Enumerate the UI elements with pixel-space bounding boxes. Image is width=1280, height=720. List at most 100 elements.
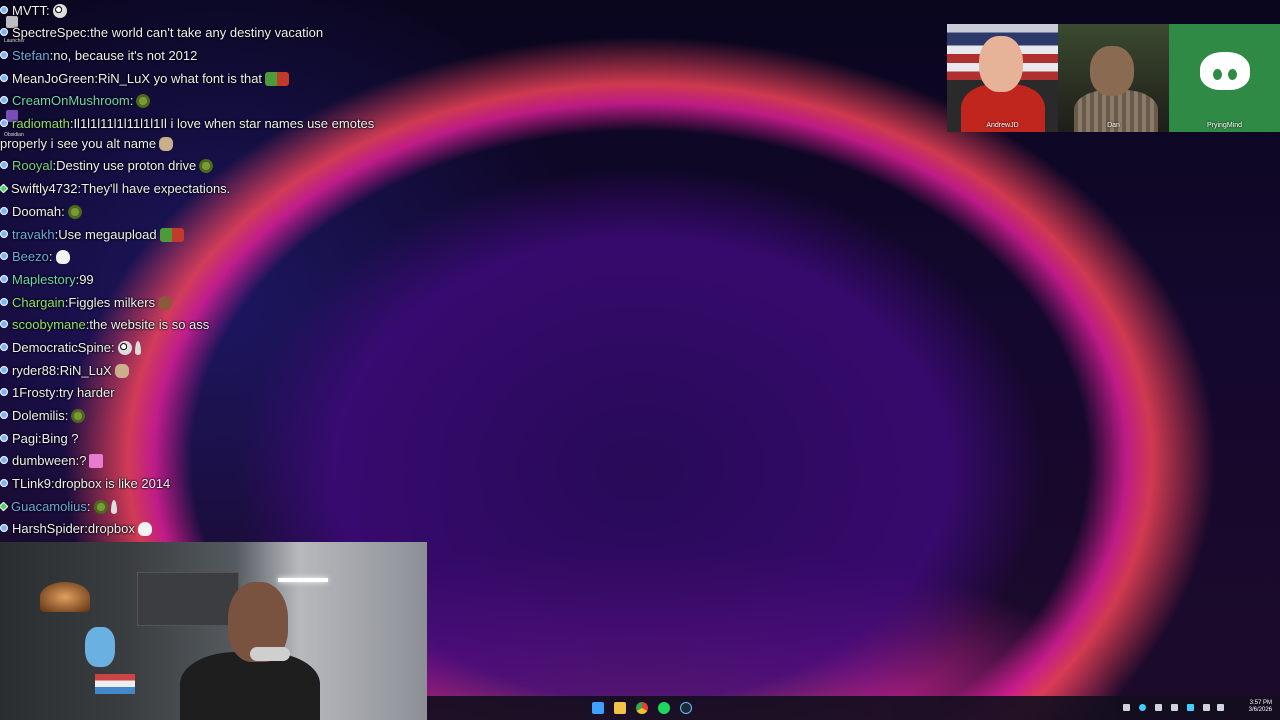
chat-separator: :	[61, 204, 65, 219]
chat-username[interactable]: Rooyal	[12, 158, 52, 173]
red-emote-icon	[159, 228, 184, 242]
wifi-icon[interactable]	[1203, 704, 1210, 711]
chat-username[interactable]: Chargain	[12, 295, 65, 310]
chat-message: Pagi:Bing ?	[0, 431, 79, 447]
volume-icon[interactable]	[1217, 704, 1224, 711]
chat-text: 99	[79, 272, 94, 287]
chat-badge-icon	[0, 434, 8, 442]
chat-separator: :	[48, 249, 53, 264]
chat-badge-icon	[0, 366, 8, 374]
chat-username[interactable]: Beezo	[12, 249, 49, 264]
ghost-emote-icon	[55, 250, 70, 264]
red-emote-icon	[265, 72, 290, 86]
tray-icon[interactable]	[1187, 704, 1194, 711]
chat-username[interactable]: radiomath	[12, 116, 70, 131]
tray-icon[interactable]	[1123, 704, 1130, 711]
participant-video-dan: Dan	[1058, 24, 1169, 132]
tray-icon[interactable]	[1155, 704, 1162, 711]
chat-username[interactable]: Maplestory	[12, 272, 76, 287]
chat-username[interactable]: MeanJoGreen	[12, 71, 94, 86]
chat-separator: :	[45, 3, 50, 18]
chat-message-continuation: properly i see you alt name	[0, 136, 174, 152]
chat-username[interactable]: Pagi	[12, 431, 38, 446]
chat-badge-icon	[0, 411, 8, 419]
windows-start-icon[interactable]	[592, 702, 604, 714]
chat-text: RiN_LuX yo what font is that	[98, 71, 263, 86]
chat-username[interactable]: MVTT	[12, 3, 46, 18]
chat-text: They'll have expectations.	[81, 181, 231, 196]
discord-logo-icon	[1200, 52, 1250, 90]
chat-badge-icon	[0, 275, 8, 283]
chat-username[interactable]: Stefan	[12, 48, 50, 63]
chat-message: Maplestory:99	[0, 272, 94, 288]
chat-message: scoobymane:the website is so ass	[0, 317, 209, 333]
chat-username[interactable]: scoobymane	[12, 317, 86, 332]
chat-message: ryder88:RiN_LuX	[0, 363, 129, 379]
participant-video-andrewjd: AndrewJD	[947, 24, 1058, 132]
system-clock[interactable]: 3:57 PM 3/6/2026	[1249, 700, 1272, 714]
chat-text: dropbox is like 2014	[54, 476, 171, 491]
books	[95, 674, 135, 694]
chat-message: 1Frosty:try harder	[0, 385, 115, 401]
chat-message: Guacamolius:	[0, 499, 117, 515]
steam-icon[interactable]	[680, 702, 692, 714]
chat-badge-icon	[0, 252, 8, 260]
tray-icon[interactable]	[1139, 704, 1146, 711]
chat-text: the world can't take any destiny vacatio…	[90, 25, 324, 40]
chat-username[interactable]: ryder88	[12, 363, 56, 378]
chat-message: Rooyal:Destiny use proton drive	[0, 158, 214, 174]
chat-username[interactable]: CreamOnMushroom	[12, 93, 130, 108]
chat-username[interactable]: Doomah	[12, 204, 61, 219]
sub-badge-icon	[0, 183, 9, 194]
chat-message: dumbween:?	[0, 453, 104, 469]
chat-text: Use megaupload	[58, 227, 157, 242]
chat-message: Stefan:no, because it's not 2012	[0, 48, 197, 64]
chat-username[interactable]: TLink9	[12, 476, 51, 491]
participant-face	[979, 36, 1023, 92]
chat-message: Doomah:	[0, 204, 82, 220]
chat-text: Destiny use proton drive	[56, 158, 197, 173]
chat-badge-icon	[0, 524, 8, 532]
brown-emote-icon	[158, 296, 173, 310]
chat-text: dropbox	[87, 521, 135, 536]
clock-time: 3:57 PM	[1249, 700, 1272, 706]
chat-username[interactable]: travakh	[12, 227, 55, 242]
chat-text: Figgles milkers	[68, 295, 156, 310]
feather-emote-icon	[134, 341, 141, 355]
chat-message: Beezo:	[0, 249, 70, 265]
chat-text: Il1l1l11l1l11l1l1Il i love when star nam…	[73, 116, 375, 131]
chat-username[interactable]: 1Frosty	[12, 385, 55, 400]
sub-badge-icon	[0, 501, 9, 512]
spotify-icon[interactable]	[658, 702, 670, 714]
hand-emote-icon	[159, 137, 174, 151]
chat-username[interactable]: dumbween	[12, 453, 76, 468]
chat-message: TLink9:dropbox is like 2014	[0, 476, 170, 492]
chat-badge-icon	[0, 161, 8, 169]
chat-badge-icon	[0, 96, 8, 104]
lamp	[40, 582, 90, 612]
chat-text: properly i see you alt name	[0, 136, 157, 151]
file-explorer-icon[interactable]	[614, 702, 626, 714]
chat-username[interactable]: Swiftly4732	[11, 181, 77, 196]
chat-badge-icon	[0, 298, 8, 306]
discord-logo-eye	[1228, 69, 1237, 80]
tray-icon[interactable]	[1171, 704, 1178, 711]
chat-username[interactable]: Guacamolius	[11, 499, 87, 514]
chat-badge-icon	[0, 388, 8, 396]
chat-text: Bing ?	[41, 431, 79, 446]
chat-username[interactable]: SpectreSpec	[12, 25, 86, 40]
ghost-emote-icon	[137, 522, 152, 536]
chat-message: Chargain:Figgles milkers	[0, 295, 173, 311]
chat-badge-icon	[0, 320, 8, 328]
chat-message: radiomath:Il1l1l11l1l11l1l1Il i love whe…	[0, 116, 374, 132]
chat-username[interactable]: Dolemilis	[12, 408, 65, 423]
chat-separator: :	[86, 499, 91, 514]
chat-badge-icon	[0, 51, 8, 59]
chrome-icon[interactable]	[636, 702, 648, 714]
light-bar	[278, 578, 328, 582]
chat-username[interactable]: DemocraticSpine	[12, 340, 111, 355]
chat-username[interactable]: HarshSpider	[12, 521, 84, 536]
chat-text: no, because it's not 2012	[53, 48, 198, 63]
chat-badge-icon	[0, 119, 8, 127]
chat-message: Swiftly4732:They'll have expectations.	[0, 181, 230, 197]
